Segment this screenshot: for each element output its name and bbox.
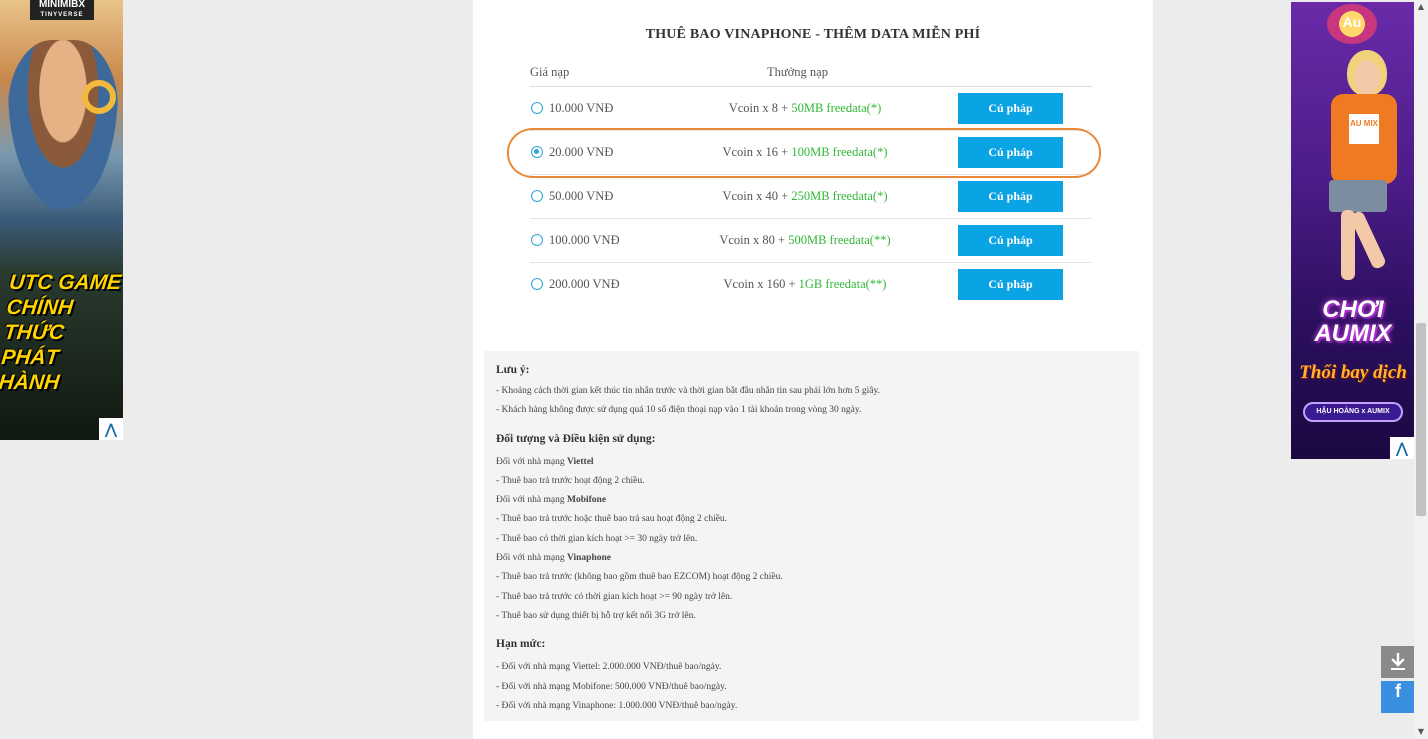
package-radio[interactable] — [531, 234, 543, 246]
package-row[interactable]: 200.000 VNĐ Vcoin x 160 + 1GB freedata(*… — [530, 263, 1092, 307]
note-line: - Thuê bao trả trước hoạt động 2 chiều. — [496, 475, 645, 486]
page-scrollbar[interactable]: ▲ ▼ — [1414, 0, 1428, 739]
ad-model-head — [1347, 50, 1387, 96]
note-line: - Đối với nhà mạng Mobifone: 500.000 VNĐ… — [496, 681, 727, 692]
ad-choices-icon[interactable]: ⋀ — [1390, 437, 1414, 459]
ad-headline: UTC GAME CHÍNH THỨC PHÁT HÀNH — [0, 271, 123, 394]
syntax-button[interactable]: Cú pháp — [958, 269, 1063, 300]
carrier-name: Vinaphone — [567, 553, 611, 564]
note-line: - Đối với nhà mạng Vinaphone: 1.000.000 … — [496, 700, 738, 711]
carrier-label: Đối với nhà mạng Vinaphone — [496, 549, 1127, 568]
reward-vcoin: Vcoin x 80 + — [719, 233, 789, 247]
carrier-name: Mobifone — [567, 495, 607, 506]
note-line: - Đối với nhà mạng Viettel: 2.000.000 VN… — [496, 662, 722, 673]
syntax-button[interactable]: Cú pháp — [958, 93, 1063, 124]
notes-box: Lưu ý: - Khoảng cách thời gian kết thúc … — [484, 351, 1139, 721]
ad-tagline: Thổi bay dịch — [1299, 362, 1407, 383]
page-title: THUÊ BAO VINAPHONE - THÊM DATA MIỄN PHÍ — [645, 27, 981, 42]
carrier-name: Viettel — [567, 456, 594, 467]
facebook-icon: f — [1395, 681, 1401, 701]
selected-row-highlight — [507, 128, 1101, 178]
ad-brand-text: MINIMIBX — [38, 0, 86, 10]
notes-heading: Lưu ý: — [496, 364, 530, 376]
syntax-button[interactable]: Cú pháp — [958, 225, 1063, 256]
ad-pill-label: HẬU HOÀNG x AUMIX — [1303, 402, 1403, 422]
column-header-reward: Thưởng nạp — [767, 65, 828, 79]
conditions-heading: Đối tượng và Điều kiện sử dụng: — [496, 432, 656, 445]
syntax-button[interactable]: Cú pháp — [958, 181, 1063, 212]
carrier-prefix: Đối với nhà mạng — [496, 553, 567, 564]
ad-hero-character — [8, 40, 118, 210]
ad-brand-logo: MINIMIBX TINYVERSE — [30, 0, 94, 20]
download-button[interactable] — [1381, 646, 1415, 678]
package-reward: Vcoin x 80 + 500MB freedata(**) — [695, 233, 915, 248]
note-line: - Khách hàng không được sử dụng quá 10 s… — [496, 405, 862, 416]
note-line: - Thuê bao sử dụng thiết bị hỗ trợ kết n… — [496, 610, 696, 621]
package-price: 100.000 VNĐ — [549, 233, 620, 247]
right-advertisement[interactable]: Au AU MIX CHƠI AUMIX Thổi bay dịch HẬU H… — [1291, 2, 1414, 459]
package-reward: Vcoin x 40 + 250MB freedata(*) — [695, 189, 915, 204]
ad-choices-icon[interactable]: ⋀ — [99, 418, 123, 440]
carrier-prefix: Đối với nhà mạng — [496, 495, 567, 506]
package-row[interactable]: 100.000 VNĐ Vcoin x 80 + 500MB freedata(… — [530, 219, 1092, 263]
package-radio[interactable] — [531, 102, 543, 114]
reward-vcoin: Vcoin x 8 + — [728, 101, 792, 115]
left-advertisement[interactable]: MINIMIBX TINYVERSE UTC GAME CHÍNH THỨC P… — [0, 0, 123, 440]
download-icon — [1391, 652, 1405, 670]
reward-vcoin: Vcoin x 40 + — [722, 189, 792, 203]
scroll-up-arrow-icon[interactable]: ▲ — [1414, 0, 1428, 14]
package-price: 10.000 VNĐ — [549, 101, 614, 115]
carrier-prefix: Đối với nhà mạng — [496, 456, 567, 467]
note-line: - Thuê bao trả trước có thời gian kích h… — [496, 591, 733, 602]
ad-model-shorts — [1329, 180, 1387, 212]
reward-freedata: 250MB freedata(*) — [791, 189, 888, 203]
reward-freedata: 50MB freedata(*) — [791, 101, 882, 115]
note-line: - Thuê bao trả trước (không bao gồm thuê… — [496, 572, 783, 583]
ad-model-shirt: AU MIX — [1331, 94, 1397, 184]
facebook-button[interactable]: f — [1381, 681, 1415, 713]
limits-heading: Hạn mức: — [496, 638, 546, 651]
package-price: 200.000 VNĐ — [549, 277, 620, 291]
note-line: - Thuê bao có thời gian kích hoạt >= 30 … — [496, 533, 698, 544]
package-row[interactable]: 50.000 VNĐ Vcoin x 40 + 250MB freedata(*… — [530, 175, 1092, 219]
carrier-label: Đối với nhà mạng Viettel — [496, 453, 1127, 472]
ad-brand-subtext: TINYVERSE — [40, 12, 84, 18]
package-reward: Vcoin x 160 + 1GB freedata(**) — [695, 277, 915, 292]
package-row[interactable]: 10.000 VNĐ Vcoin x 8 + 50MB freedata(*) … — [530, 87, 1092, 131]
carrier-label: Đối với nhà mạng Mobifone — [496, 491, 1127, 510]
ad-headline: CHƠI AUMIX — [1314, 296, 1392, 347]
ad-badge: Au — [1327, 4, 1377, 44]
reward-freedata: 500MB freedata(**) — [788, 233, 891, 247]
ad-shirt-text: AU MIX — [1349, 114, 1379, 144]
scrollbar-thumb[interactable] — [1416, 323, 1426, 516]
ad-ring-decoration — [82, 80, 116, 114]
package-price: 50.000 VNĐ — [549, 189, 614, 203]
reward-vcoin: Vcoin x 160 + — [723, 277, 799, 291]
scroll-down-arrow-icon[interactable]: ▼ — [1414, 725, 1428, 739]
reward-freedata: 1GB freedata(**) — [798, 277, 887, 291]
package-radio[interactable] — [531, 278, 543, 290]
note-line: - Thuê bao trả trước hoặc thuê bao trả s… — [496, 514, 728, 525]
note-line: - Khoảng cách thời gian kết thúc tin nhắ… — [496, 386, 880, 396]
column-header-price: Giá nạp — [530, 65, 570, 79]
package-reward: Vcoin x 8 + 50MB freedata(*) — [695, 101, 915, 116]
package-radio[interactable] — [531, 190, 543, 202]
